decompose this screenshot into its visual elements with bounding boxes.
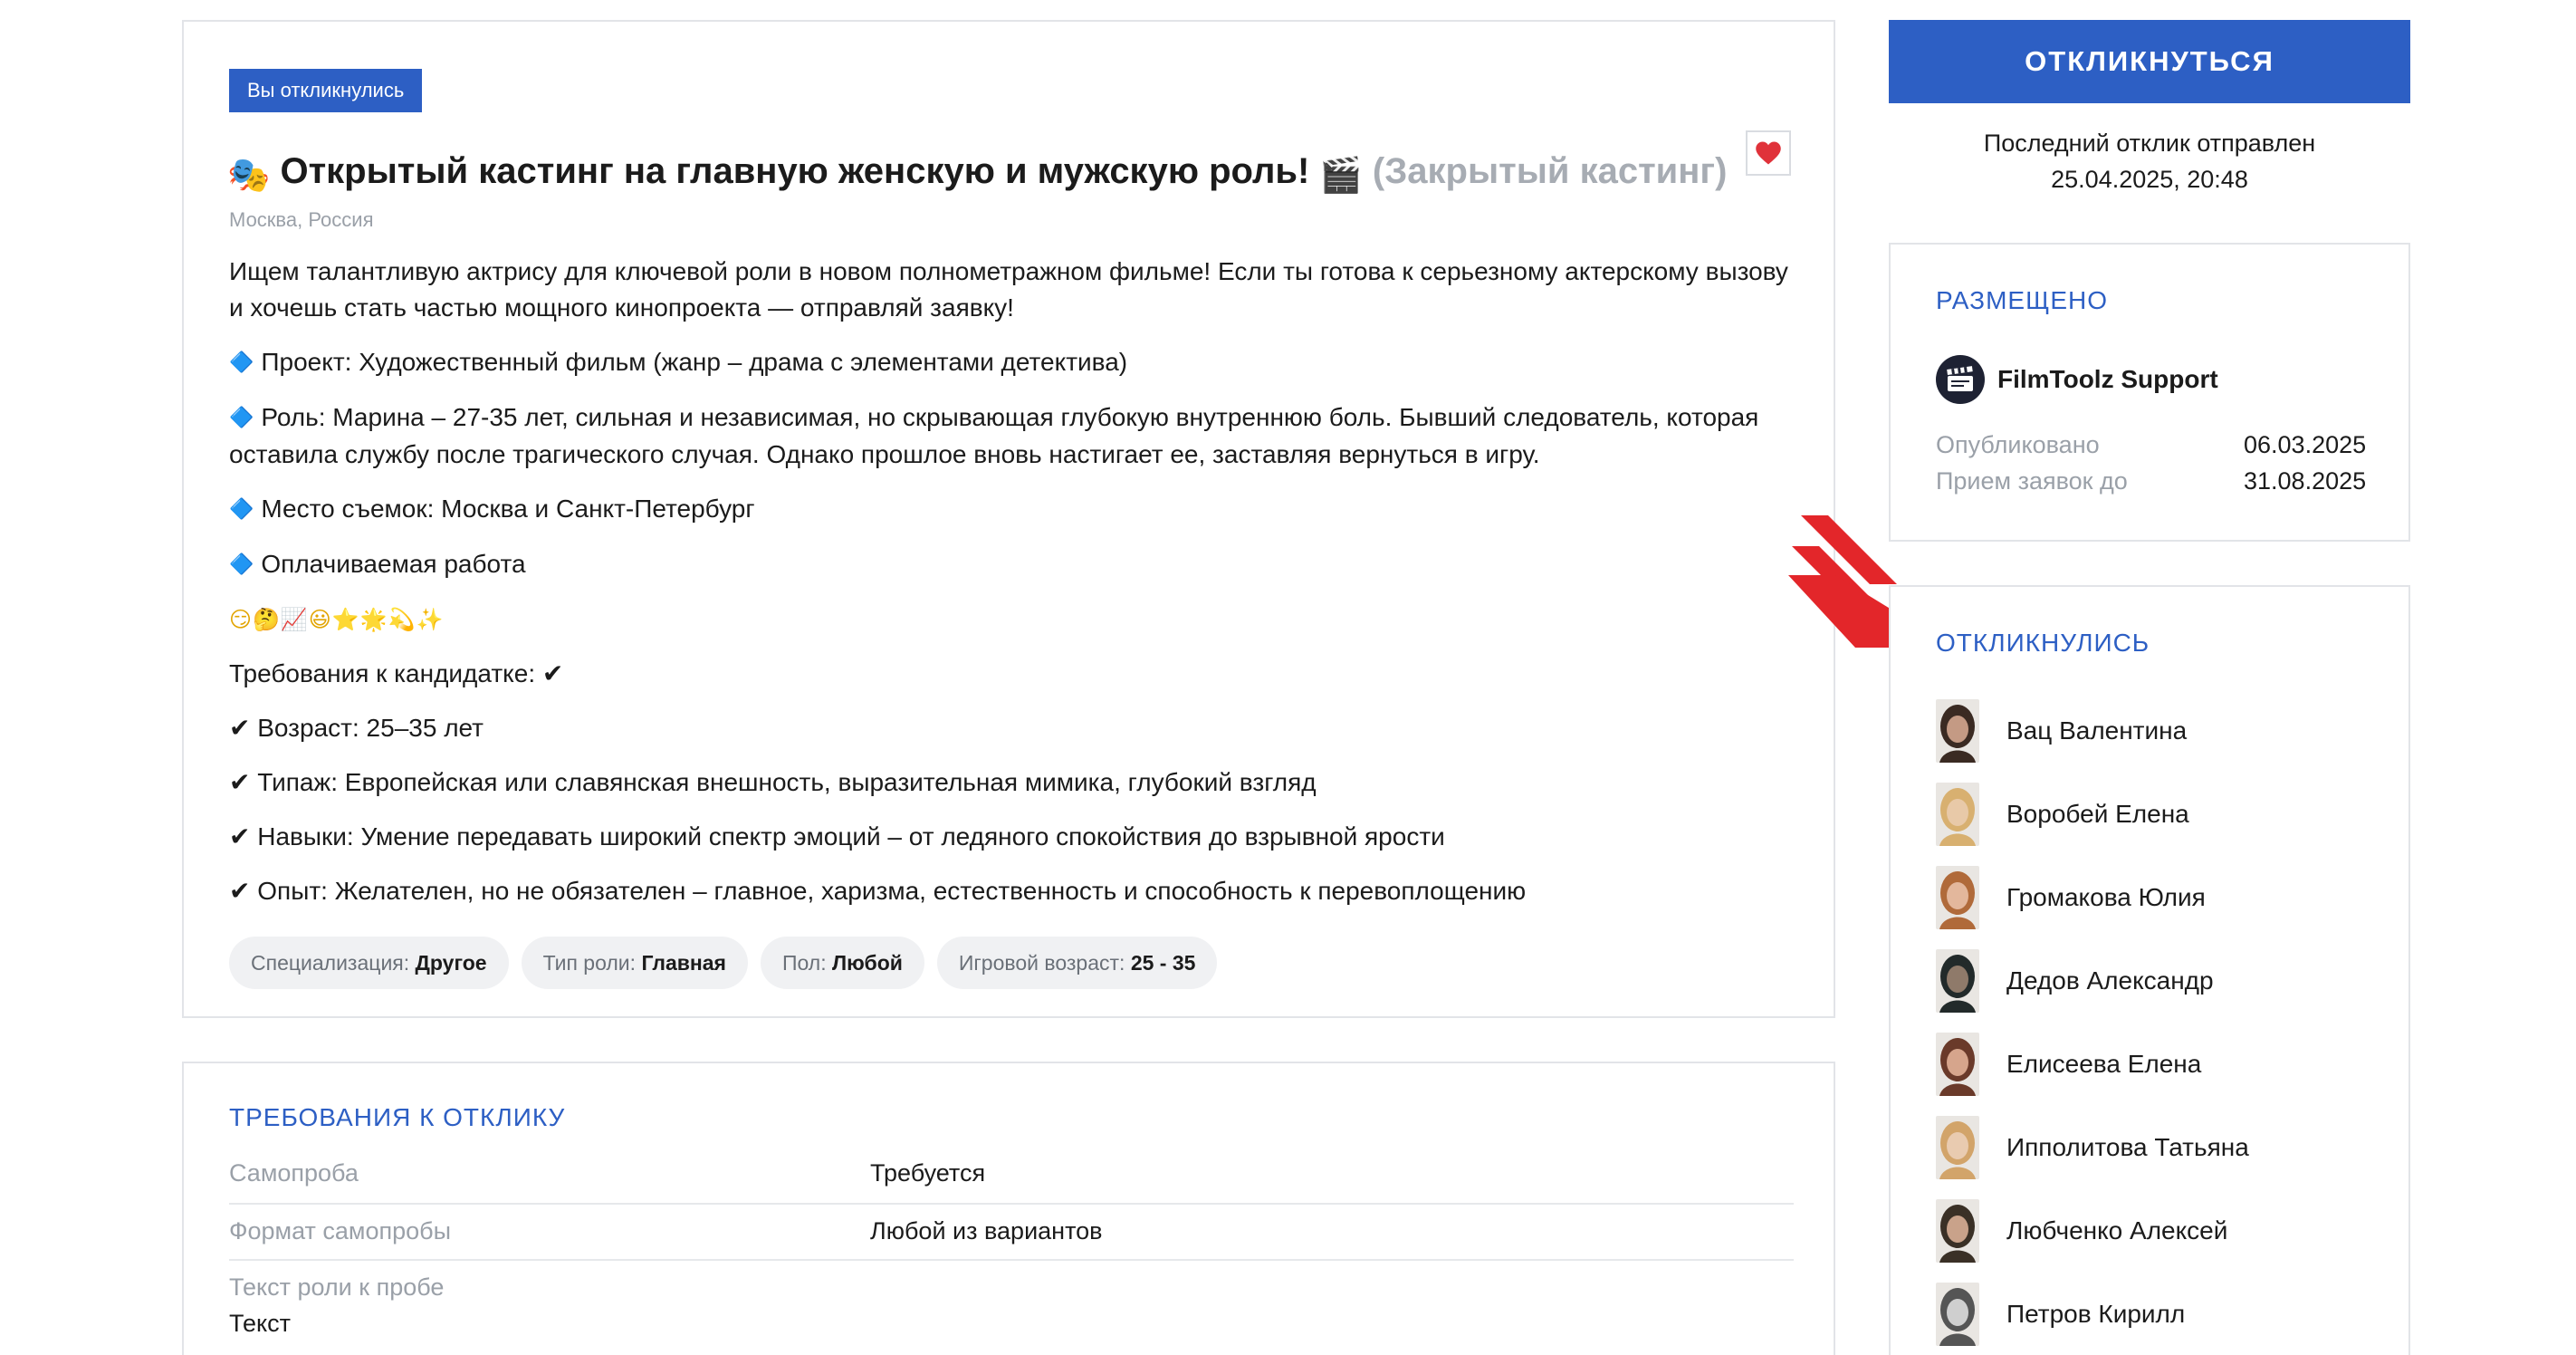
check-icon: ✔ [229,713,251,743]
tag-specialization: Специализация: Другое [229,937,509,989]
casting-description: Ищем талантливую актрису для ключевой ро… [229,254,1805,927]
posted-title: РАЗМЕЩЕНО [1936,286,2109,314]
responded-title: ОТКЛИКНУЛИСЬ [1936,629,2150,657]
description-bullet: 🔷 Место съемок: Москва и Санкт-Петербург [229,495,755,523]
blue-diamond-icon: 🔷 [229,553,254,576]
responded-person-name: Воробей Елена [2006,800,2189,828]
tag-playing-age: Игровой возраст: 25 - 35 [936,937,1218,989]
casting-tags: Специализация: Другое Тип роли: Главная … [229,937,1218,989]
check-icon: ✔ [229,876,251,906]
response-requirements-card: ТРЕБОВАНИЯ К ОТКЛИКУ Самопроба Требуется… [182,1062,1835,1355]
requirements-heading: Требования к кандидатке: ✔ [229,658,564,688]
casting-title: 🎭 Открытый кастинг на главную женскую и … [227,130,1767,216]
casting-title-row: 🎭 Открытый кастинг на главную женскую и … [227,130,1767,212]
responded-person-name: Громакова Юлия [2006,883,2206,911]
responded-person[interactable]: Громакова Юлия [1936,866,2206,929]
avatar [1936,1283,1979,1346]
blue-diamond-icon: 🔷 [229,351,254,374]
description-intro: Ищем талантливую актрису для ключевой ро… [229,257,1788,322]
requirement-row: Текст роли к пробе Текст [229,1273,445,1337]
responded-person[interactable]: Елисеева Елена [1936,1033,2201,1096]
casting-card: Вы откликнулись 🎭 Открытый кастинг на гл… [182,20,1835,1018]
deadline-row: Прием заявок до 31.08.2025 [1936,467,2367,495]
avatar [1936,1116,1979,1179]
theater-masks-icon: 🎭 [227,155,271,195]
avatar [1936,699,1979,763]
responded-person-name: Вац Валентина [2006,716,2188,745]
responded-person[interactable]: Воробей Елена [1936,783,2189,846]
casting-location: Москва, Россия [229,208,374,231]
requirement-row: Самопроба Требуется [229,1148,1794,1205]
casting-title-text: Открытый кастинг на главную женскую и му… [280,151,1310,191]
avatar [1936,783,1979,846]
avatar [1936,949,1979,1013]
check-icon: ✔ [541,658,564,688]
description-bullet: 🔷 Проект: Художественный фильм (жанр – др… [229,348,1128,376]
requirement-item: ✔ Типаж: Европейская или славянская внеш… [229,767,1317,797]
responded-person-name: Петров Кирилл [2006,1300,2186,1328]
tag-gender: Пол: Любой [760,937,924,989]
emoji-row: 😏🤔📈😃⭐🌟💫✨ [229,607,445,632]
requirement-item: ✔ Навыки: Умение передавать широкий спек… [229,822,1445,851]
description-bullet: 🔷 Роль: Марина – 27-35 лет, сильная и нез… [229,403,1759,468]
response-requirements-title: ТРЕБОВАНИЯ К ОТКЛИКУ [229,1103,566,1131]
responded-person[interactable]: Вац Валентина [1936,699,2187,763]
responded-person-name: Елисеева Елена [2006,1050,2202,1078]
responded-person-name: Ипполитова Татьяна [2006,1133,2249,1161]
clapperboard-icon: 🎬 [1319,155,1363,195]
check-icon: ✔ [229,822,251,851]
heart-icon [1756,141,1781,165]
author-link[interactable]: FilmToolz Support [1936,355,2218,404]
responded-person-name: Дедов Александр [2006,966,2214,995]
responded-person[interactable]: Ипполитова Татьяна [1936,1116,2249,1179]
blue-diamond-icon: 🔷 [229,407,254,429]
responded-person[interactable]: Дедов Александр [1936,949,2214,1013]
respond-button[interactable]: ОТКЛИКНУТЬСЯ [1889,20,2410,103]
tag-role-type: Тип роли: Главная [521,937,748,989]
posted-card: РАЗМЕЩЕНО FilmToolz Support Опубликовано… [1889,243,2410,542]
responded-person-name: Любченко Алексей [2006,1216,2228,1244]
responded-person[interactable]: Любченко Алексей [1936,1199,2227,1263]
closed-casting-label: (Закрытый кастинг) [1372,151,1728,191]
blue-diamond-icon: 🔷 [229,498,254,521]
avatar [1936,1199,1979,1263]
description-bullet: 🔷 Оплачиваемая работа [229,550,526,578]
favorite-button[interactable] [1746,130,1791,176]
requirement-row: Формат самопробы Любой из вариантов [229,1205,1794,1261]
last-reply-info: Последний отклик отправлен 25.04.2025, 2… [1983,130,2316,193]
clapperboard-icon [1947,366,1973,391]
author-name: FilmToolz Support [1997,365,2218,393]
published-row: Опубликовано 06.03.2025 [1936,431,2367,458]
avatar [1936,1033,1979,1096]
avatar [1936,866,1979,929]
responded-person[interactable]: Петров Кирилл [1936,1283,2185,1346]
requirement-item: ✔ Возраст: 25–35 лет [229,713,484,743]
responded-badge: Вы откликнулись [229,69,423,112]
check-icon: ✔ [229,767,251,797]
author-logo [1936,355,1985,404]
responded-card: ОТКЛИКНУЛИСЬ Вац Валентина Воробей Елена Г… [1889,585,2410,1355]
requirement-item: ✔ Опыт: Желателен, но не обязателен – гл… [229,876,1527,906]
